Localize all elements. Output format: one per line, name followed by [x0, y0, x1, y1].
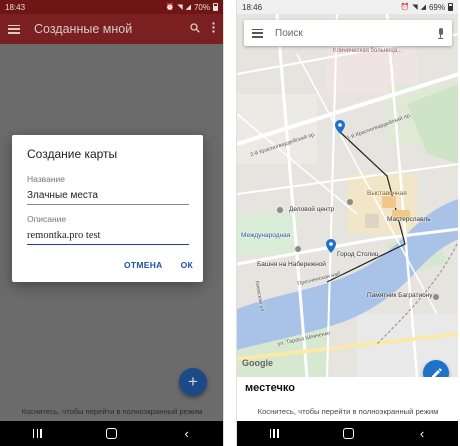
comparison-stage: 18:43 ⏰ ◥ ◢ 70% Созданные мной Создание … — [0, 0, 460, 446]
label-delovoy-centr: Деловой центр — [289, 206, 335, 213]
more-vert-icon[interactable] — [212, 22, 215, 36]
home-button[interactable] — [102, 424, 122, 444]
label-vystavochnaya: Выставочная — [367, 190, 407, 197]
dialog-title: Создание карты — [27, 147, 118, 161]
status-right: ⏰ ◥ ◢ 69% — [400, 3, 453, 12]
signal-icon: ◢ — [420, 3, 426, 11]
wifi-icon: ◥ — [177, 3, 183, 11]
back-button[interactable]: ‹ — [177, 424, 197, 444]
recents-button[interactable] — [27, 424, 47, 444]
recents-button[interactable] — [264, 424, 284, 444]
recents-icon — [269, 429, 279, 438]
status-right: ⏰ ◥ ◢ 70% — [165, 3, 218, 12]
label-gorod-stolits: Город Столиц — [337, 251, 379, 258]
name-label: Название — [27, 174, 65, 184]
map-marker-icon[interactable] — [335, 120, 345, 134]
battery-percent: 69% — [428, 2, 445, 12]
description-field[interactable] — [27, 230, 189, 245]
status-time: 18:43 — [5, 2, 26, 12]
back-button[interactable]: ‹ — [412, 424, 432, 444]
fullscreen-hint: Коснитесь, чтобы перейти в полноэкранный… — [257, 407, 439, 416]
poi-dot[interactable] — [295, 246, 301, 252]
label-bagration: Памятник Багратиону — [367, 292, 433, 299]
create-map-dialog: Создание карты Название Описание ОТМЕНА … — [12, 135, 203, 282]
ok-button[interactable]: ОК — [181, 260, 193, 270]
cancel-button[interactable]: ОТМЕНА — [124, 260, 163, 270]
back-icon: ‹ — [419, 426, 425, 441]
label-masterslavl: Мастерславль — [387, 216, 431, 223]
google-logo: Google — [242, 358, 273, 368]
search-bar — [244, 20, 452, 46]
status-bar: 18:46 ⏰ ◥ ◢ 69% — [237, 0, 458, 14]
mic-icon[interactable] — [437, 27, 444, 39]
signal-icon: ◢ — [185, 3, 191, 11]
right-phone-screen: 18:46 ⏰ ◥ ◢ 69% Клиническая больница... … — [236, 0, 458, 446]
alarm-icon: ⏰ — [400, 3, 410, 11]
battery-percent: 70% — [193, 2, 210, 12]
poi-dot[interactable] — [277, 207, 283, 213]
map-canvas — [237, 14, 458, 377]
app-bar: Созданные мной — [0, 14, 223, 44]
menu-icon[interactable] — [8, 24, 20, 34]
back-icon: ‹ — [184, 426, 189, 441]
place-title: местечко — [245, 382, 295, 394]
page-title: Созданные мной — [34, 22, 133, 36]
status-time: 18:46 — [242, 2, 263, 12]
dialog-actions: ОТМЕНА ОК — [124, 260, 193, 270]
description-label: Описание — [27, 214, 67, 224]
battery-icon — [213, 3, 218, 11]
system-nav-bar: ‹ — [0, 421, 223, 446]
place-sheet[interactable]: местечко Коснитесь, чтобы перейти в полн… — [237, 377, 458, 421]
home-icon — [342, 428, 354, 439]
map-view[interactable]: Клиническая больница... 1-й Красногварде… — [237, 14, 458, 377]
map-marker-icon[interactable] — [326, 239, 336, 253]
home-icon — [106, 428, 118, 439]
fullscreen-hint: Коснитесь, чтобы перейти в полноэкранный… — [21, 407, 203, 416]
search-icon[interactable] — [190, 22, 200, 36]
battery-icon — [448, 3, 453, 11]
recents-icon — [32, 429, 42, 438]
system-nav-bar: ‹ — [237, 421, 458, 446]
add-map-button[interactable]: + — [179, 368, 207, 396]
label-hospital: Клиническая больница... — [333, 48, 403, 54]
home-button[interactable] — [338, 424, 358, 444]
poi-dot[interactable] — [347, 199, 353, 205]
menu-icon[interactable] — [252, 28, 263, 38]
poi-dot[interactable] — [433, 294, 439, 300]
left-phone-screen: 18:43 ⏰ ◥ ◢ 70% Созданные мной Создание … — [0, 0, 224, 446]
alarm-icon: ⏰ — [165, 3, 175, 11]
status-bar: 18:43 ⏰ ◥ ◢ 70% — [0, 0, 223, 14]
label-mezhdunarodnaya: Международная — [241, 232, 291, 239]
wifi-icon: ◥ — [412, 3, 418, 11]
search-input[interactable] — [275, 27, 437, 39]
label-bashnya: Башня на Набережной — [257, 261, 326, 268]
name-field[interactable] — [27, 190, 189, 205]
